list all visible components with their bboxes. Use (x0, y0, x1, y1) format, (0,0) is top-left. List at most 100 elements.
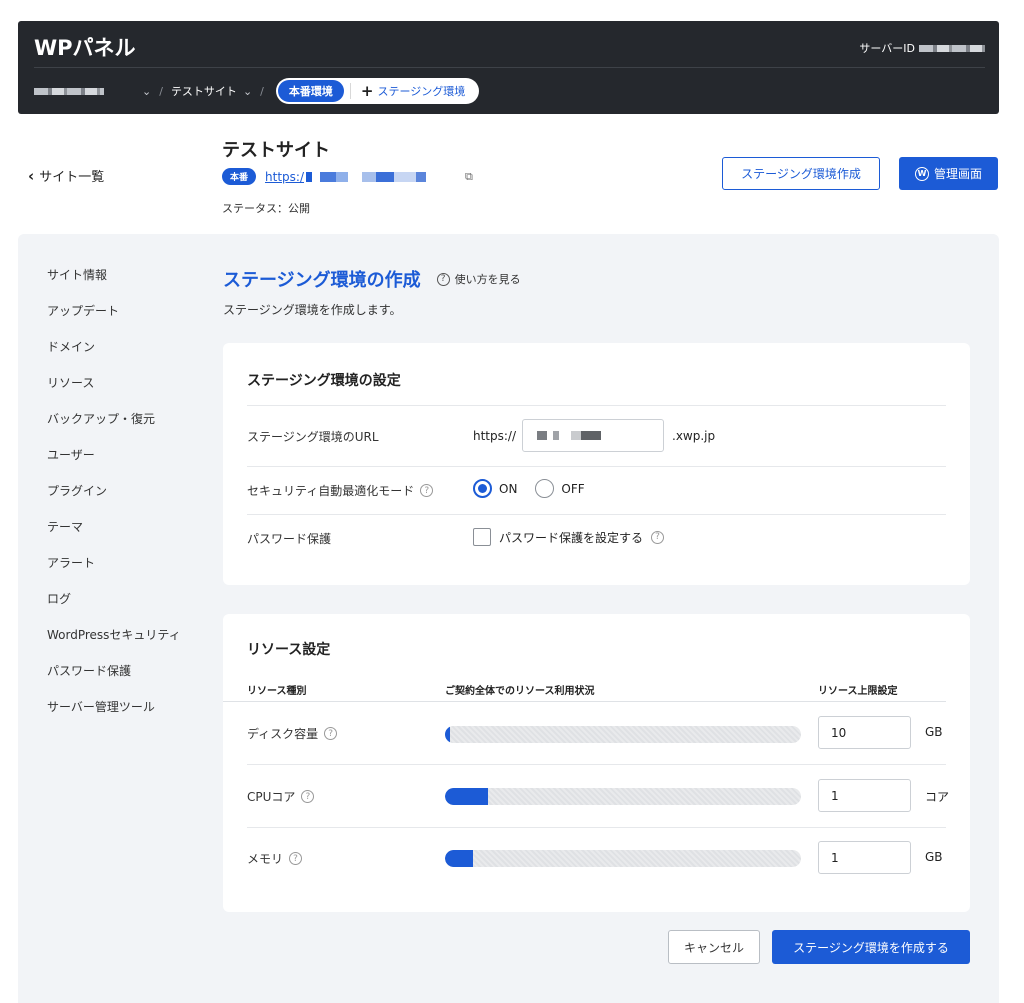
usage-bar-fill (445, 788, 488, 805)
create-staging-button[interactable]: ステージング環境作成 (722, 157, 880, 190)
chevron-left-icon: ‹ (28, 166, 35, 185)
site-url-link[interactable]: https:/ (265, 170, 456, 184)
server-id: サーバーID (859, 40, 985, 56)
usage-bar-fill (445, 726, 451, 743)
security-mode-radio-group: ON OFF (473, 479, 585, 498)
help-icon[interactable]: ? (420, 484, 434, 497)
url-suffix: .xwp.jp (672, 428, 716, 443)
breadcrumb-site[interactable]: テストサイト (171, 83, 237, 99)
wordpress-icon: W (914, 166, 929, 181)
resource-unit: GB (925, 850, 943, 864)
divider (247, 514, 946, 515)
site-url-prefix: https:/ (265, 169, 304, 184)
divider (247, 827, 946, 828)
admin-panel-label: 管理画面 (933, 167, 982, 181)
sidebar-item-server-tools[interactable]: サーバー管理ツール (47, 700, 181, 736)
security-mode-label: セキュリティ自動最適化モード (247, 484, 415, 498)
sidebar-item-themes[interactable]: テーマ (47, 520, 181, 556)
back-to-sites-link[interactable]: ‹ サイト一覧 (28, 166, 105, 186)
usage-bar (445, 726, 801, 743)
side-nav: サイト情報 アップデート ドメイン リソース バックアップ・復元 ユーザー プラ… (47, 268, 181, 736)
help-icon[interactable]: ? (289, 852, 303, 865)
settings-title: ステージング環境の設定 (247, 373, 401, 389)
sidebar-item-backup[interactable]: バックアップ・復元 (47, 412, 181, 448)
staging-url-label: ステージング環境のURL (247, 430, 379, 444)
col-resource-usage: ご契約全体でのリソース利用状況 (445, 686, 595, 697)
resource-row-memory: メモリ ? (247, 850, 303, 867)
content-header: ステージング環境の作成 ? 使い方を見る (223, 266, 521, 292)
sidebar-item-resources[interactable]: リソース (47, 376, 181, 412)
password-protection-checkbox-label: パスワード保護を設定する (499, 530, 644, 545)
divider (247, 405, 946, 406)
environment-switcher: 本番環境 + ステージング環境 (275, 78, 480, 104)
divider (247, 764, 946, 765)
sidebar-item-password[interactable]: パスワード保護 (47, 664, 181, 700)
resource-unit: GB (925, 725, 943, 739)
breadcrumb: ⌄ / テストサイト ⌄ / 本番環境 + ステージング環境 (34, 78, 480, 104)
sidebar-item-domain[interactable]: ドメイン (47, 340, 181, 376)
staging-url-field: https:// .xwp.jp (473, 419, 715, 452)
add-staging-env-label: ステージング環境 (377, 85, 466, 98)
radio-unselected-icon (535, 479, 555, 498)
app-logo[interactable]: WPパネル (34, 32, 136, 62)
staging-subdomain-input[interactable] (522, 419, 665, 452)
help-icon[interactable]: ? (324, 727, 338, 740)
resource-limit-input[interactable]: 1 (818, 841, 911, 874)
radio-selected-icon (473, 479, 492, 498)
server-id-value-redacted (919, 44, 985, 52)
howto-label: 使い方を見る (454, 273, 521, 286)
divider (223, 701, 946, 702)
sidebar-item-logs[interactable]: ログ (47, 592, 181, 628)
site-status: ステータス：公開 (222, 202, 310, 215)
col-resource-limit: リソース上限設定 (818, 686, 898, 697)
resource-row-cpu: CPUコア ? (247, 788, 315, 805)
resource-limit-input[interactable]: 10 (818, 716, 911, 749)
chevron-down-icon[interactable]: ⌄ (142, 85, 151, 98)
password-protection-label: パスワード保護 (247, 532, 332, 546)
password-protection-checkbox[interactable] (473, 528, 491, 546)
security-on-label: ON (499, 481, 518, 496)
breadcrumb-separator: / (260, 84, 264, 98)
resource-row-disk: ディスク容量 ? (247, 725, 338, 742)
resource-settings-card: リソース設定 リソース種別 ご契約全体でのリソース利用状況 リソース上限設定 デ… (223, 614, 970, 912)
help-icon[interactable]: ? (651, 530, 665, 544)
create-staging-submit-button[interactable]: ステージング環境を作成する (772, 930, 970, 964)
divider (247, 466, 946, 467)
resource-limit-input[interactable]: 1 (818, 779, 911, 812)
usage-bar-fill (445, 850, 474, 867)
usage-bar (445, 850, 801, 867)
password-protection-checkbox-row[interactable]: パスワード保護を設定する ? (473, 528, 665, 546)
admin-panel-button[interactable]: W 管理画面 (899, 157, 998, 190)
sidebar-item-plugins[interactable]: プラグイン (47, 484, 181, 520)
resource-label: ディスク容量 (247, 727, 319, 741)
staging-settings-card: ステージング環境の設定 ステージング環境のURL https:// .xwp.j… (223, 343, 970, 585)
add-staging-env-button[interactable]: + ステージング環境 (349, 82, 477, 100)
security-on-radio[interactable]: ON (473, 479, 517, 498)
sidebar-item-alerts[interactable]: アラート (47, 556, 181, 592)
howto-link[interactable]: ? 使い方を見る (436, 271, 521, 287)
back-to-sites-label: サイト一覧 (39, 170, 105, 185)
sidebar-item-site-info[interactable]: サイト情報 (47, 268, 181, 304)
help-icon: ? (436, 272, 450, 286)
env-production-tab[interactable]: 本番環境 (277, 80, 344, 102)
help-icon[interactable]: ? (301, 790, 315, 803)
sidebar-item-wp-security[interactable]: WordPressセキュリティ (47, 628, 181, 664)
subdomain-value-redacted (537, 431, 602, 440)
site-url-redacted (306, 171, 456, 182)
site-url-row: 本番 https:/ ⧉ (222, 168, 473, 185)
resource-unit: コア (925, 790, 950, 804)
account-name-redacted[interactable] (34, 87, 104, 95)
chevron-down-icon[interactable]: ⌄ (243, 85, 252, 98)
server-id-label: サーバーID (859, 42, 915, 55)
cancel-button[interactable]: キャンセル (668, 930, 760, 964)
external-link-icon[interactable]: ⧉ (465, 170, 473, 184)
site-title: テストサイト (222, 140, 330, 161)
security-mode-label-row: セキュリティ自動最適化モード ? (247, 482, 434, 499)
plus-icon: + (360, 82, 374, 100)
breadcrumb-separator: / (159, 84, 163, 98)
sidebar-item-users[interactable]: ユーザー (47, 448, 181, 484)
usage-bar (445, 788, 801, 805)
security-off-radio[interactable]: OFF (535, 479, 585, 498)
sidebar-item-updates[interactable]: アップデート (47, 304, 181, 340)
page-title: ステージング環境の作成 (223, 270, 421, 291)
